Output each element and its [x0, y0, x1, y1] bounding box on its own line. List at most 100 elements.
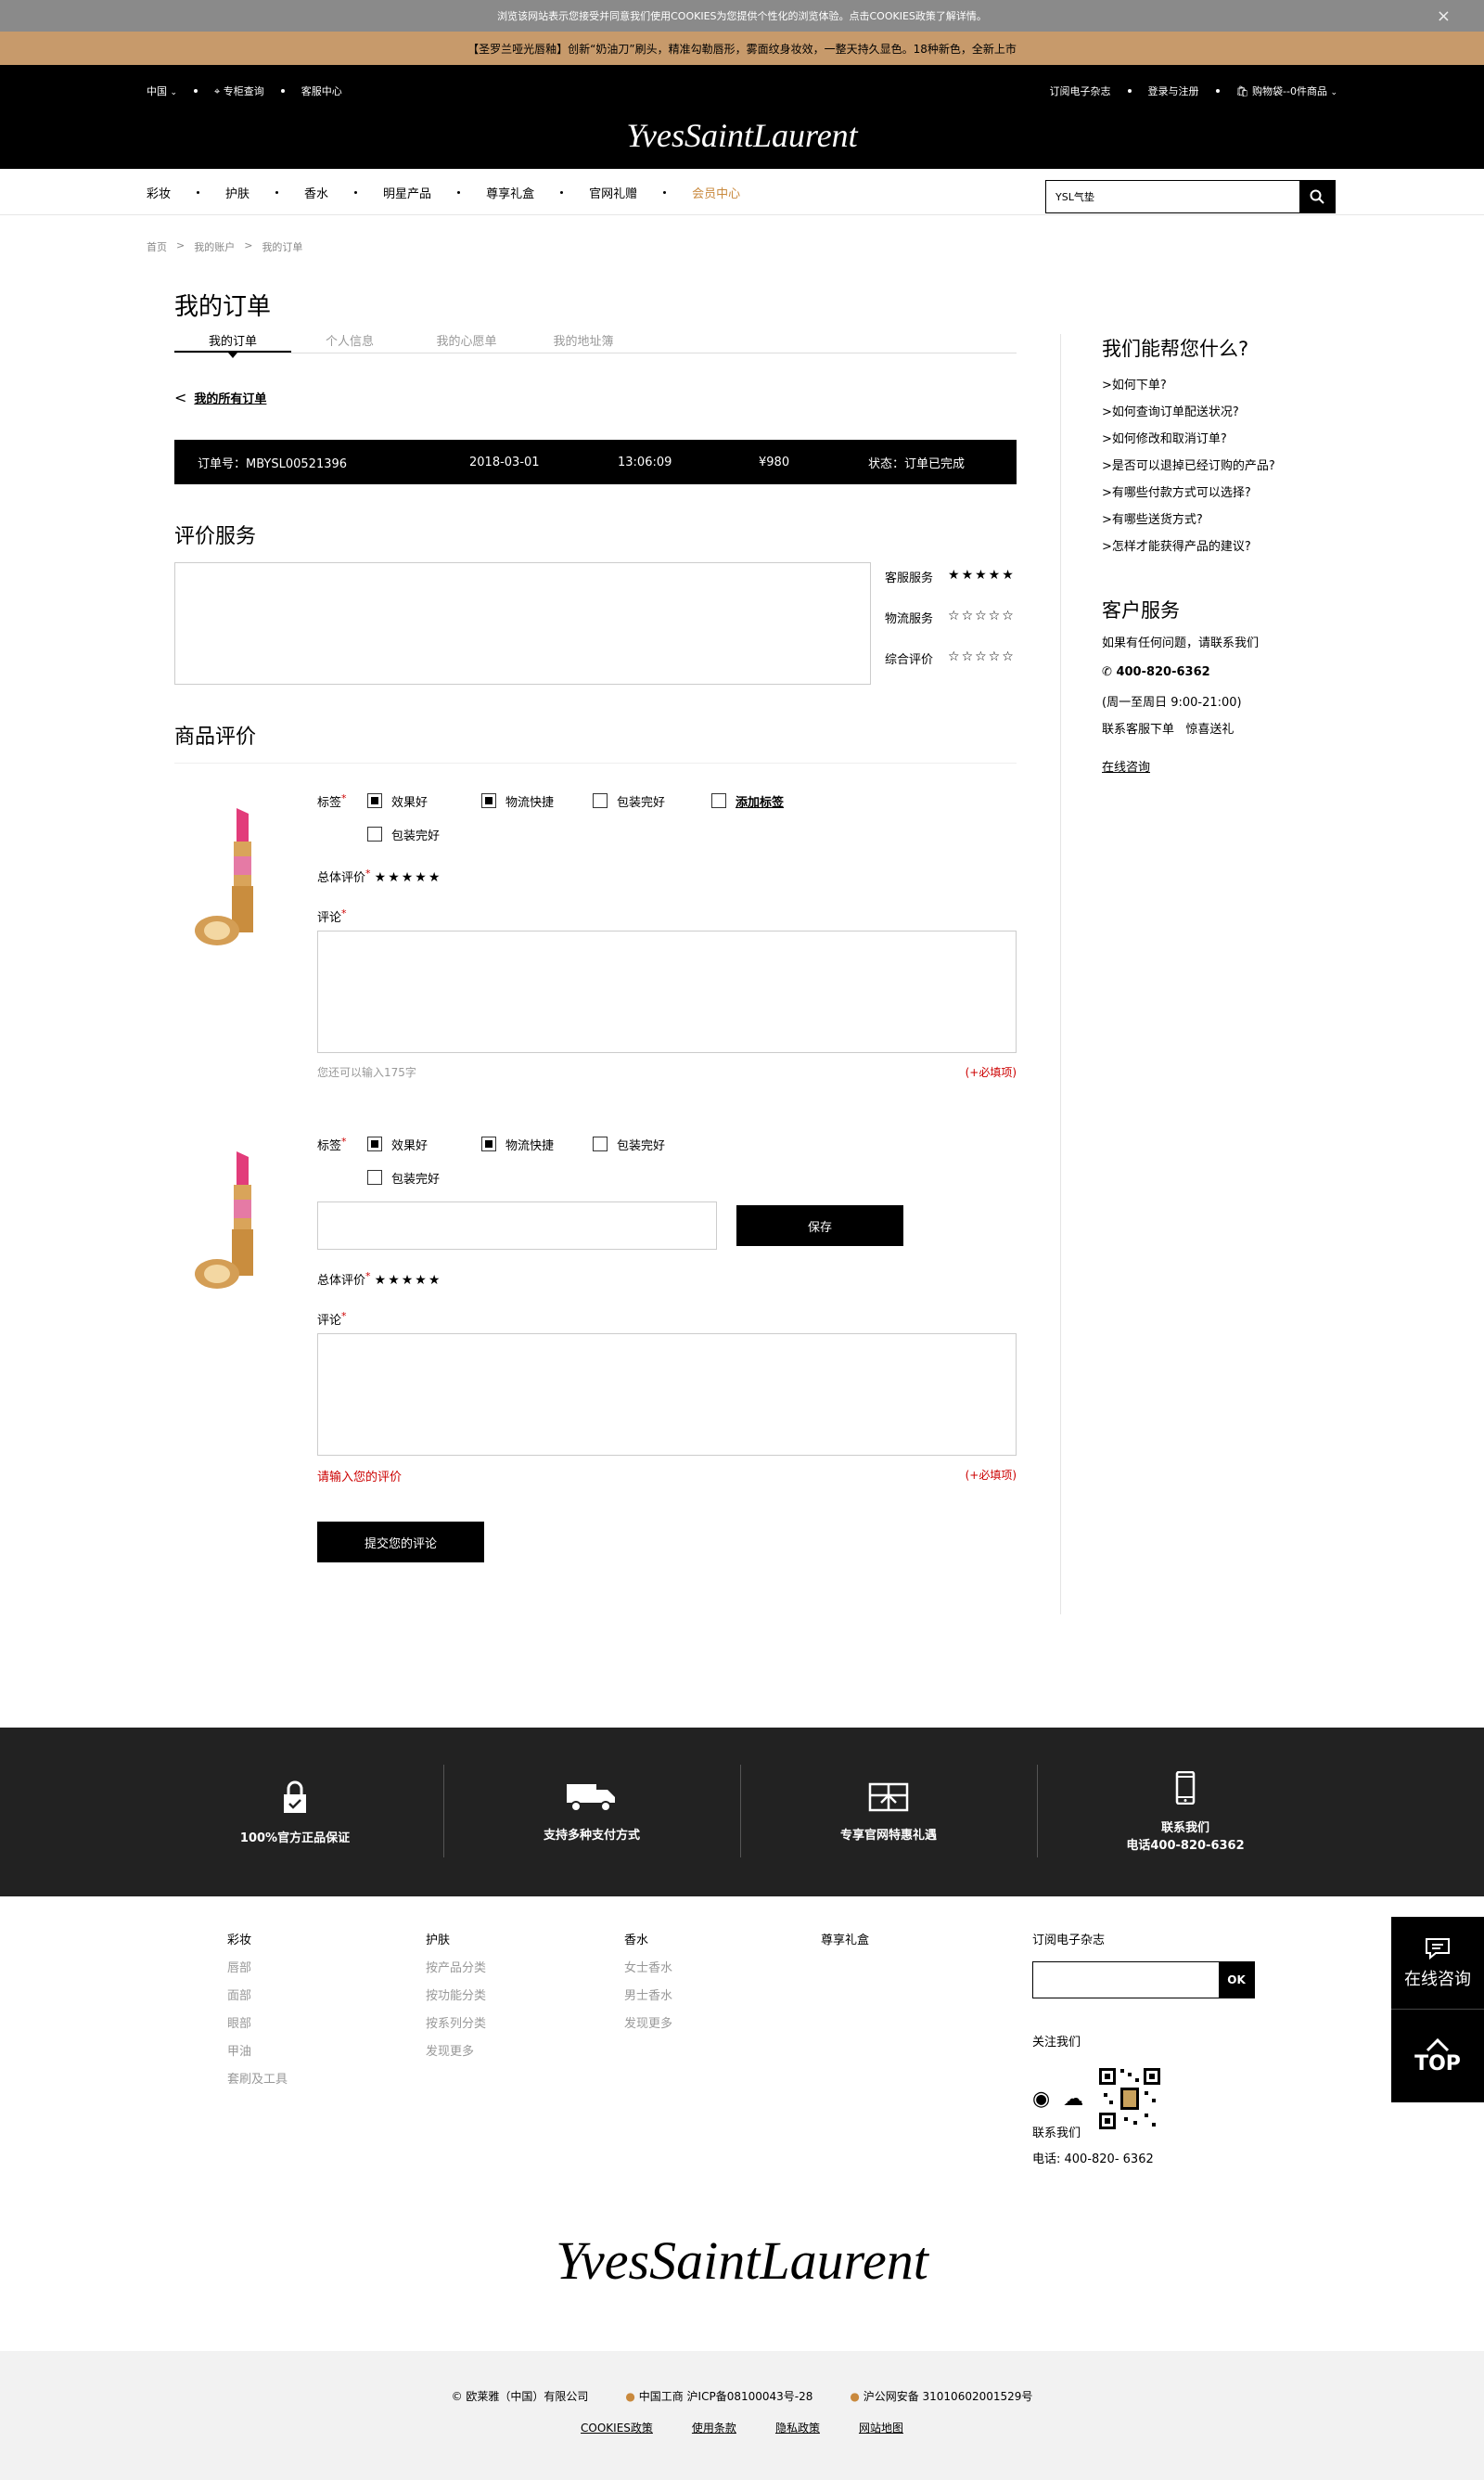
breadcrumb-home[interactable]: 首页 [147, 239, 167, 254]
faq-link[interactable]: >怎样才能获得产品的建议? [1102, 536, 1362, 563]
checkbox[interactable] [367, 1137, 382, 1151]
footer-link[interactable]: 按功能分类 [426, 1985, 486, 2013]
footer-col-head[interactable]: 香水 [624, 1930, 672, 1958]
tag-option-packaging[interactable]: 包装完好 [593, 1136, 665, 1153]
order-status: 状态：订单已完成 [868, 456, 966, 471]
tag-option-logistics[interactable]: 物流快捷 [481, 1136, 593, 1153]
checkbox[interactable] [593, 793, 608, 808]
cookie-text: 浏览该网站表示您接受并同意我们使用COOKIES为您提供个性化的浏览体验。点击C… [497, 10, 987, 22]
footer-link[interactable]: 套刷及工具 [227, 2069, 288, 2097]
footer-link[interactable]: 女士香水 [624, 1958, 672, 1985]
customer-center-link[interactable]: 客服中心 [301, 84, 342, 98]
cart-link[interactable]: 🛍 购物袋--0件商品 ⌄ [1236, 84, 1337, 98]
custom-tag-input[interactable] [317, 1201, 717, 1250]
comment-textarea[interactable] [317, 1333, 1017, 1456]
tag-option-effect[interactable]: 效果好 [367, 792, 481, 810]
nav-label: 彩妆 [147, 186, 172, 201]
contact-order-link[interactable]: 联系客服下单 [1102, 723, 1174, 737]
footer-link[interactable]: 男士香水 [624, 1985, 672, 2013]
checkbox[interactable] [481, 793, 496, 808]
chevron-right-icon: > [244, 239, 253, 251]
close-icon[interactable]: × [1437, 6, 1451, 26]
search-input[interactable] [1046, 181, 1299, 212]
faq-link[interactable]: >有哪些送货方式? [1102, 509, 1362, 536]
back-to-top-button[interactable]: TOP [1391, 2010, 1484, 2102]
police-record[interactable]: ● 沪公网安备 31010602001529号 [850, 2388, 1032, 2404]
comment-textarea[interactable] [317, 931, 1017, 1053]
nav-item-member[interactable]: 会员中心 [692, 184, 740, 201]
tag-option-logistics[interactable]: 物流快捷 [481, 792, 593, 810]
checkbox[interactable] [367, 1170, 382, 1185]
phone-number: ✆ 400-820-6362 [1102, 665, 1362, 692]
newsletter-email-input[interactable] [1033, 1962, 1219, 1998]
tag-option-packaging-2[interactable]: 包装完好 [367, 1169, 440, 1187]
login-link[interactable]: 登录与注册 [1148, 84, 1199, 98]
add-tag-button[interactable]: 添加标签 [711, 792, 784, 810]
online-consult-link[interactable]: 在线咨询 [1102, 757, 1362, 784]
tab-my-orders[interactable]: 我的订单 [174, 331, 291, 358]
faq-link[interactable]: >如何下单? [1102, 375, 1362, 402]
footer-link[interactable]: 眼部 [227, 2013, 288, 2041]
faq-link[interactable]: >是否可以退掉已经订购的产品? [1102, 456, 1362, 482]
footer-link[interactable]: 甲油 [227, 2041, 288, 2069]
faq-link[interactable]: >如何修改和取消订单? [1102, 429, 1362, 456]
footer-link[interactable]: 按系列分类 [426, 2013, 486, 2041]
tab-profile[interactable]: 个人信息 [291, 331, 408, 353]
submit-review-button[interactable]: 提交您的评论 [317, 1522, 484, 1562]
footer-link[interactable]: 发现更多 [426, 2041, 486, 2069]
star-rating[interactable]: ★★★★★ [375, 1273, 442, 1288]
nav-item-fragrance[interactable]: 香水 [304, 184, 383, 201]
footer-col-head[interactable]: 护肤 [426, 1930, 486, 1958]
wechat-icon[interactable]: ☁ [1063, 2088, 1083, 2111]
gift-link[interactable]: 惊喜送礼 [1185, 723, 1234, 737]
region-selector[interactable]: 中国 ⌄ [147, 84, 177, 98]
star-rating[interactable]: ☆☆☆☆☆ [948, 609, 1016, 623]
search-button[interactable] [1299, 181, 1335, 212]
nav-item-skincare[interactable]: 护肤 [225, 184, 304, 201]
footer-link[interactable]: 按产品分类 [426, 1958, 486, 1985]
tag-option-packaging[interactable]: 包装完好 [593, 792, 711, 810]
faq-link[interactable]: >有哪些付款方式可以选择? [1102, 482, 1362, 509]
newsletter-ok-button[interactable]: OK [1219, 1962, 1254, 1998]
privacy-link[interactable]: 隐私政策 [775, 2420, 820, 2435]
weibo-icon[interactable]: ◉ [1032, 2088, 1050, 2111]
footer-link[interactable]: 唇部 [227, 1958, 288, 1985]
checkbox[interactable] [367, 827, 382, 842]
nav-item-makeup[interactable]: 彩妆 [147, 184, 225, 201]
nav-item-gifts[interactable]: 官网礼赠 [589, 184, 692, 201]
breadcrumb-account[interactable]: 我的账户 [194, 239, 235, 254]
online-consult-button[interactable]: 在线咨询 [1391, 1917, 1484, 2010]
service-comment-box[interactable] [174, 562, 871, 685]
tag-option-effect[interactable]: 效果好 [367, 1136, 481, 1153]
nav-item-gift-sets[interactable]: 尊享礼盒 [486, 184, 589, 201]
footer-logo[interactable]: YvesSaintLaurent [0, 2212, 1484, 2305]
back-to-orders-link[interactable]: < 我的所有订单 [174, 389, 1017, 406]
cookies-policy-link[interactable]: COOKIES政策 [581, 2420, 653, 2435]
icp-license[interactable]: ● 中国工商 沪ICP备08100043号-28 [625, 2388, 812, 2404]
tab-address-book[interactable]: 我的地址簿 [525, 331, 642, 353]
checkbox[interactable] [711, 793, 726, 808]
star-rating[interactable]: ★★★★★ [375, 870, 442, 885]
sitemap-link[interactable]: 网站地图 [859, 2420, 903, 2435]
promo-banner[interactable]: 【圣罗兰哑光唇釉】创新“奶油刀”刷头，精准勾勒唇形，雾面纹身妆效，一整天持久显色… [0, 32, 1484, 65]
terms-link[interactable]: 使用条款 [692, 2420, 736, 2435]
footer-link[interactable]: 发现更多 [624, 2013, 672, 2041]
footer-link[interactable]: 面部 [227, 1985, 288, 2013]
save-button[interactable]: 保存 [736, 1205, 903, 1246]
checkbox[interactable] [481, 1137, 496, 1151]
checkbox[interactable] [367, 793, 382, 808]
ysl-logo[interactable]: YvesSaintLaurent [608, 106, 876, 161]
tag-row: 标签* 效果好 物流快捷 包装完好 添加标签 [317, 791, 1017, 810]
truck-icon [567, 1783, 615, 1812]
footer-col-head[interactable]: 彩妆 [227, 1930, 288, 1958]
footer-col-head[interactable]: 尊享礼盒 [821, 1930, 869, 1958]
newsletter-link[interactable]: 订阅电子杂志 [1050, 84, 1111, 98]
tag-option-packaging-2[interactable]: 包装完好 [367, 826, 440, 843]
store-locator-link[interactable]: ⌖ 专柜查询 [214, 84, 264, 98]
faq-link[interactable]: >如何查询订单配送状况? [1102, 402, 1362, 429]
star-rating[interactable]: ★★★★★ [948, 568, 1016, 583]
checkbox[interactable] [593, 1137, 608, 1151]
nav-item-bestsellers[interactable]: 明星产品 [383, 184, 486, 201]
star-rating[interactable]: ☆☆☆☆☆ [948, 649, 1016, 664]
tab-wishlist[interactable]: 我的心愿单 [408, 331, 525, 353]
